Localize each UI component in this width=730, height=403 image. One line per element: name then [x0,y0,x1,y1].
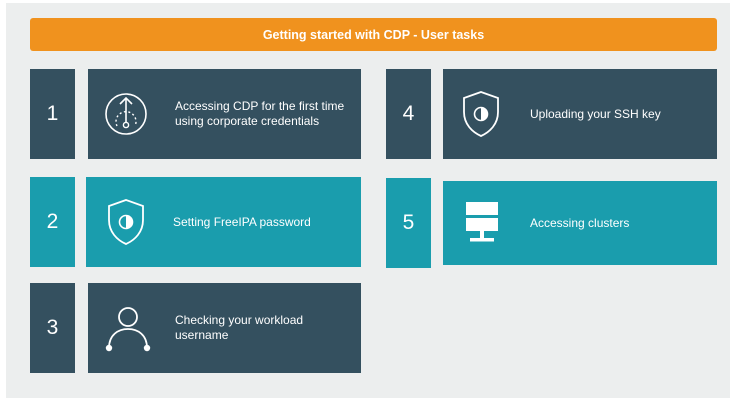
task-1-number: 1 [30,69,75,159]
task-2-number: 2 [30,177,75,267]
task-5-card[interactable]: Accessing clusters [443,181,717,265]
cloud-upload-icon [104,92,148,136]
task-5-label: Accessing clusters [530,215,630,230]
task-5-number: 5 [386,178,431,268]
task-3-card[interactable]: Checking your workload username [88,283,361,373]
task-4-label: Uploading your SSH key [530,106,661,121]
banner-title: Getting started with CDP - User tasks [30,18,717,51]
server-icon [465,201,499,245]
task-2-card[interactable]: Setting FreeIPA password [86,177,361,267]
task-3-number: 3 [30,283,75,373]
task-4-number: 4 [386,69,431,159]
shield-icon [461,90,501,138]
task-4-card[interactable]: Uploading your SSH key [443,69,717,159]
task-3-label: Checking your workload username [175,313,304,342]
task-1-card[interactable]: Accessing CDP for the first time using c… [88,69,361,159]
task-1-label: Accessing CDP for the first time using c… [175,99,345,128]
shield-icon [106,198,146,246]
user-icon [104,303,152,353]
task-2-label: Setting FreeIPA password [173,214,311,229]
